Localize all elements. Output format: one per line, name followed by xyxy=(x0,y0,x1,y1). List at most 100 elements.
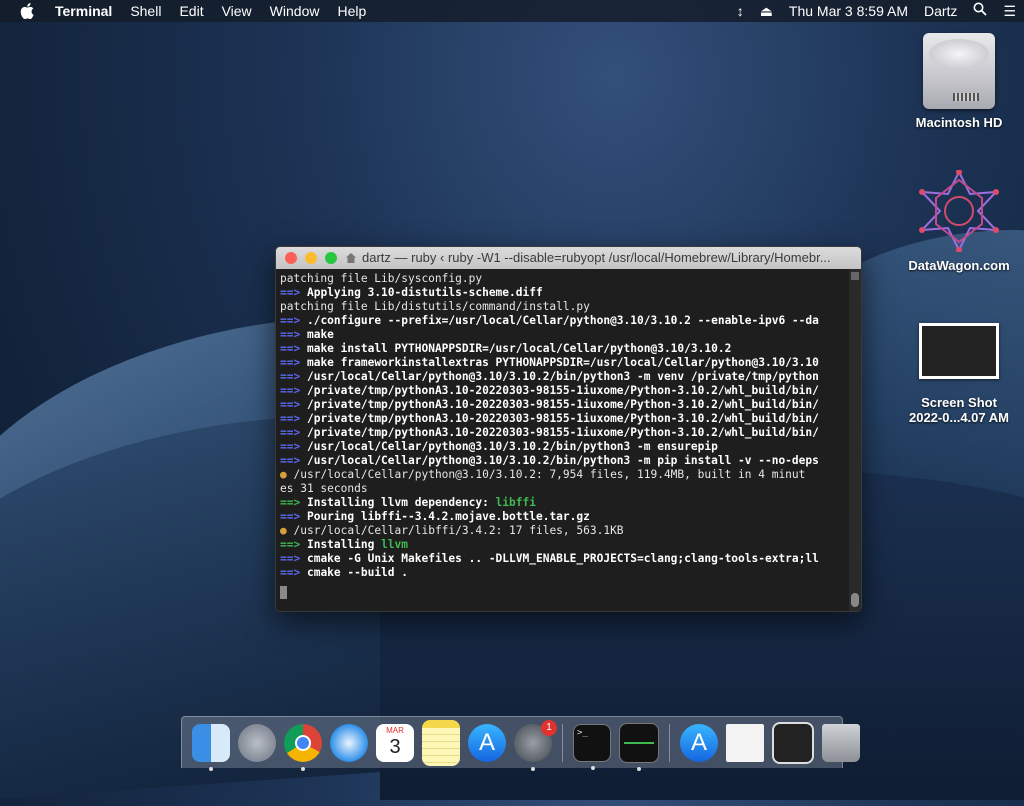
screenshot-stack-icon[interactable] xyxy=(772,721,814,764)
line-text: /usr/local/Cellar/python@3.10/3.10.2/bin… xyxy=(306,370,819,383)
desktop-icon-macintosh-hd[interactable]: Macintosh HD xyxy=(899,33,1019,130)
beer-icon: ● xyxy=(280,468,287,481)
app-store-icon[interactable]: A xyxy=(468,723,506,762)
arrow-marker: ==> xyxy=(280,356,301,369)
calendar-icon[interactable]: MAR 3 xyxy=(376,723,414,762)
desktop-icon-label-line1: Screen Shot xyxy=(921,395,997,410)
notes-icon[interactable] xyxy=(422,719,460,766)
arrow-marker: ==> xyxy=(280,426,301,439)
line-text: /private/tmp/pythonA3.10-20220303-98155-… xyxy=(306,398,819,411)
scrollbar-thumb[interactable] xyxy=(851,593,859,607)
desktop-icon-screenshot[interactable]: Screen Shot 2022-0...4.07 AM xyxy=(899,323,1019,425)
spotlight-icon[interactable] xyxy=(965,0,995,22)
terminal-line: ==> /private/tmp/pythonA3.10-20220303-98… xyxy=(280,398,845,412)
scroll-arrows-icon[interactable]: ↕ xyxy=(729,0,752,22)
datawagon-icon xyxy=(918,169,1000,253)
terminal-line: ==> Applying 3.10-distutils-scheme.diff xyxy=(280,286,845,300)
scrollbar[interactable] xyxy=(849,269,861,611)
line-text: make install PYTHONAPPSDIR=/usr/local/Ce… xyxy=(306,342,732,355)
menu-shell[interactable]: Shell xyxy=(121,0,170,22)
menu-window[interactable]: Window xyxy=(261,0,329,22)
arrow-marker: ==> xyxy=(280,384,301,397)
calendar-month: MAR xyxy=(386,725,404,735)
line-text: /usr/local/Cellar/python@3.10/3.10.2: 7,… xyxy=(293,468,806,481)
terminal-line: ==> /private/tmp/pythonA3.10-20220303-98… xyxy=(280,426,845,440)
terminal-window[interactable]: dartz — ruby ‹ ruby -W1 --disable=rubyop… xyxy=(275,246,862,612)
line-text: /usr/local/Cellar/python@3.10/3.10.2/bin… xyxy=(306,440,718,453)
hard-drive-icon xyxy=(923,33,995,109)
window-title: dartz — ruby ‹ ruby -W1 --disable=rubyop… xyxy=(346,247,853,269)
desktop-icon-label-line2: 2022-0...4.07 AM xyxy=(909,410,1009,425)
running-indicator xyxy=(301,766,305,771)
dock-separator xyxy=(562,723,563,762)
document-icon[interactable] xyxy=(726,723,764,762)
notification-list-icon[interactable]: ☰ xyxy=(995,0,1024,22)
menu-app-terminal[interactable]: Terminal xyxy=(46,0,121,22)
arrow-marker: ==> xyxy=(280,454,301,467)
terminal-cursor xyxy=(280,586,287,599)
arrow-marker: ==> xyxy=(280,538,301,551)
arrow-marker: ==> xyxy=(280,286,301,299)
arrow-marker: ==> xyxy=(280,566,301,579)
scrollbar-top-icon xyxy=(851,272,859,280)
arrow-marker: ==> xyxy=(280,370,301,383)
line-text: Installing llvm dependency: xyxy=(306,496,496,509)
line-text: cmake -G Unix Makefiles .. -DLLVM_ENABLE… xyxy=(306,552,819,565)
running-indicator xyxy=(637,766,641,771)
menu-edit[interactable]: Edit xyxy=(170,0,212,22)
terminal-line: patching file Lib/distutils/command/inst… xyxy=(280,300,845,314)
desktop-icon-datawagon[interactable]: DataWagon.com xyxy=(899,169,1019,273)
line-text: /private/tmp/pythonA3.10-20220303-98155-… xyxy=(306,412,819,425)
arrow-marker: ==> xyxy=(280,412,301,425)
system-preferences-icon[interactable]: 1 xyxy=(514,719,557,771)
beer-icon: ● xyxy=(280,524,287,537)
close-button[interactable] xyxy=(285,252,297,264)
line-text: /private/tmp/pythonA3.10-20220303-98155-… xyxy=(306,384,819,397)
running-indicator xyxy=(209,766,213,771)
terminal-line: ==> make frameworkinstallextras PYTHONAP… xyxy=(280,356,845,370)
line-text: /usr/local/Cellar/python@3.10/3.10.2/bin… xyxy=(306,454,819,467)
line-text: ./configure --prefix=/usr/local/Cellar/p… xyxy=(306,314,819,327)
terminal-line: es 31 seconds xyxy=(280,482,845,496)
terminal-line: ==> Pouring libffi--3.4.2.mojave.bottle.… xyxy=(280,510,845,524)
chrome-icon[interactable] xyxy=(284,723,322,771)
terminal-line: ==> cmake -G Unix Makefiles .. -DLLVM_EN… xyxy=(280,552,845,566)
terminal-icon[interactable]: >_ xyxy=(573,723,611,770)
arrow-marker: ==> xyxy=(280,496,301,509)
terminal-line: ==> Installing llvm xyxy=(280,538,845,552)
apple-icon[interactable] xyxy=(20,3,34,19)
arrow-marker: ==> xyxy=(280,440,301,453)
launchpad-icon[interactable] xyxy=(238,723,276,762)
menu-help[interactable]: Help xyxy=(328,0,375,22)
finder-icon[interactable] xyxy=(192,723,230,771)
line-text: Pouring libffi--3.4.2.mojave.bottle.tar.… xyxy=(306,510,590,523)
terminal-line: ==> /private/tmp/pythonA3.10-20220303-98… xyxy=(280,384,845,398)
arrow-marker: ==> xyxy=(280,342,301,355)
notification-badge: 1 xyxy=(541,719,557,736)
terminal-output[interactable]: patching file Lib/sysconfig.py ==> Applyi… xyxy=(276,269,849,611)
desktop-icon-label: Macintosh HD xyxy=(915,115,1003,130)
activity-monitor-icon[interactable] xyxy=(619,722,659,771)
arrow-marker: ==> xyxy=(280,510,301,523)
line-text: Installing xyxy=(306,538,382,551)
window-title-text: dartz — ruby ‹ ruby -W1 --disable=rubyop… xyxy=(362,250,831,265)
terminal-line: patching file Lib/sysconfig.py xyxy=(280,272,845,286)
line-text: /usr/local/Cellar/libffi/3.4.2: 17 files… xyxy=(293,524,624,537)
menu-view[interactable]: View xyxy=(213,0,261,22)
menubar-clock[interactable]: Thu Mar 3 8:59 AM xyxy=(781,0,916,22)
desktop-icon-label: DataWagon.com xyxy=(908,258,1010,273)
eject-icon[interactable]: ⏏ xyxy=(752,0,781,22)
dock-separator xyxy=(669,723,670,762)
zoom-button[interactable] xyxy=(325,252,337,264)
menubar-user[interactable]: Dartz xyxy=(916,0,965,22)
window-titlebar[interactable]: dartz — ruby ‹ ruby -W1 --disable=rubyop… xyxy=(276,247,861,269)
highlight-text: llvm xyxy=(381,538,409,551)
minimize-button[interactable] xyxy=(305,252,317,264)
trash-icon[interactable] xyxy=(822,723,860,762)
terminal-line: ==> /usr/local/Cellar/python@3.10/3.10.2… xyxy=(280,440,845,454)
line-text: es 31 seconds xyxy=(280,482,368,495)
applications-folder-icon[interactable]: A xyxy=(680,723,718,762)
safari-icon[interactable] xyxy=(330,723,368,762)
arrow-marker: ==> xyxy=(280,552,301,565)
terminal-line: ==> /usr/local/Cellar/python@3.10/3.10.2… xyxy=(280,454,845,468)
